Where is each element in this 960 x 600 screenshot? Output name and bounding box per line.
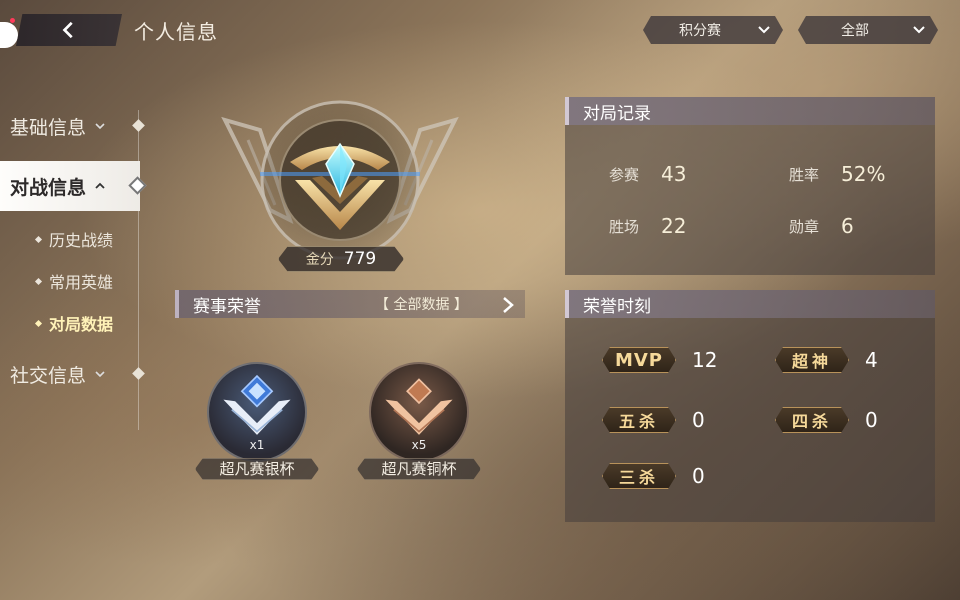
moment-tag: 四杀 xyxy=(775,407,849,433)
moment-value: 0 xyxy=(692,464,705,488)
moment-tag: 超神 xyxy=(775,347,849,373)
sidebar-subitem-match-data[interactable]: 对局数据 xyxy=(36,311,113,335)
sidebar-item-basic-info[interactable]: 基础信息 xyxy=(0,101,140,151)
stat-value: 6 xyxy=(841,214,854,238)
sidebar-subitem-history[interactable]: 历史战绩 xyxy=(36,227,113,251)
moment-mvp: MVP 12 xyxy=(602,347,717,373)
all-data-link[interactable]: 【 全部数据 】 xyxy=(375,294,468,314)
back-button[interactable] xyxy=(16,14,122,46)
notification-dot xyxy=(10,18,15,23)
sidebar-item-label: 对战信息 xyxy=(10,176,87,199)
trophy-bronze[interactable]: x5 超凡赛铜杯 xyxy=(357,362,481,484)
scope-dropdown[interactable]: 全部 xyxy=(798,16,938,44)
page-title: 个人信息 xyxy=(134,20,218,44)
stat-label: 参赛 xyxy=(609,165,640,184)
stat-label: 勋章 xyxy=(789,217,820,236)
trophy-name: 超凡赛银杯 xyxy=(195,458,319,480)
sidebar-subitem-label: 历史战绩 xyxy=(49,231,114,250)
stat-label: 胜率 xyxy=(789,165,820,184)
moment-value: 0 xyxy=(692,408,705,432)
score-pill: 金分 779 xyxy=(278,246,404,272)
stat-medals: 勋章 6 xyxy=(789,214,854,238)
honors-header: 赛事荣誉 xyxy=(175,290,525,318)
score-value: 779 xyxy=(343,249,377,269)
stat-label: 胜场 xyxy=(609,217,640,236)
moment-quadra-kill: 四杀 0 xyxy=(775,407,878,433)
moment-value: 0 xyxy=(865,408,878,432)
moment-legendary: 超神 4 xyxy=(775,347,878,373)
chevron-down-icon xyxy=(757,23,771,37)
trophy-name: 超凡赛铜杯 xyxy=(357,458,481,480)
stat-value: 43 xyxy=(661,162,687,186)
moment-triple-kill: 三杀 0 xyxy=(602,463,705,489)
floating-ball[interactable] xyxy=(0,22,18,48)
scope-dropdown-label: 全部 xyxy=(841,23,869,39)
chevron-down-icon xyxy=(95,123,105,130)
moment-penta-kill: 五杀 0 xyxy=(602,407,705,433)
moment-value: 12 xyxy=(692,348,718,372)
sidebar-item-social-info[interactable]: 社交信息 xyxy=(0,349,140,399)
moment-tag: 五杀 xyxy=(602,407,676,433)
sidebar-item-battle-info[interactable]: 对战信息 xyxy=(0,161,140,211)
sidebar-item-label: 社交信息 xyxy=(10,364,87,387)
back-arrow-icon xyxy=(62,21,73,39)
match-record-panel: 对局记录 xyxy=(565,97,935,275)
moment-value: 4 xyxy=(865,348,878,372)
sidebar-subitem-heroes[interactable]: 常用英雄 xyxy=(36,269,113,293)
stat-value: 22 xyxy=(661,214,687,238)
top-bar: 个人信息 积分赛 全部 xyxy=(0,0,960,60)
mode-dropdown[interactable]: 积分赛 xyxy=(643,16,783,44)
chevron-right-icon[interactable] xyxy=(500,296,516,314)
score-label: 金分 xyxy=(305,252,334,268)
trophy-count: x5 xyxy=(411,438,427,452)
sidebar-subitem-label: 对局数据 xyxy=(49,315,114,334)
stat-value: 52% xyxy=(841,162,886,186)
chevron-down-icon xyxy=(912,23,926,37)
moment-tag: 三杀 xyxy=(602,463,676,489)
honor-moments-header: 荣誉时刻 xyxy=(565,290,935,318)
moment-tag: MVP xyxy=(602,347,676,373)
stat-matches: 参赛 43 xyxy=(609,162,686,186)
stat-wins: 胜场 22 xyxy=(609,214,686,238)
trophy-count: x1 xyxy=(249,438,265,452)
chevron-down-icon xyxy=(95,371,105,378)
mode-dropdown-label: 积分赛 xyxy=(679,23,721,39)
honors-title: 赛事荣誉 xyxy=(193,296,261,317)
match-record-header: 对局记录 xyxy=(565,97,935,125)
stat-win-rate: 胜率 52% xyxy=(789,162,885,186)
sidebar-item-label: 基础信息 xyxy=(10,116,87,139)
chevron-up-icon xyxy=(95,182,105,189)
bronze-cup-icon xyxy=(385,378,453,435)
sidebar-subitem-label: 常用英雄 xyxy=(49,273,114,292)
silver-cup-icon xyxy=(223,374,291,435)
trophy-silver[interactable]: x1 超凡赛银杯 xyxy=(195,362,319,484)
